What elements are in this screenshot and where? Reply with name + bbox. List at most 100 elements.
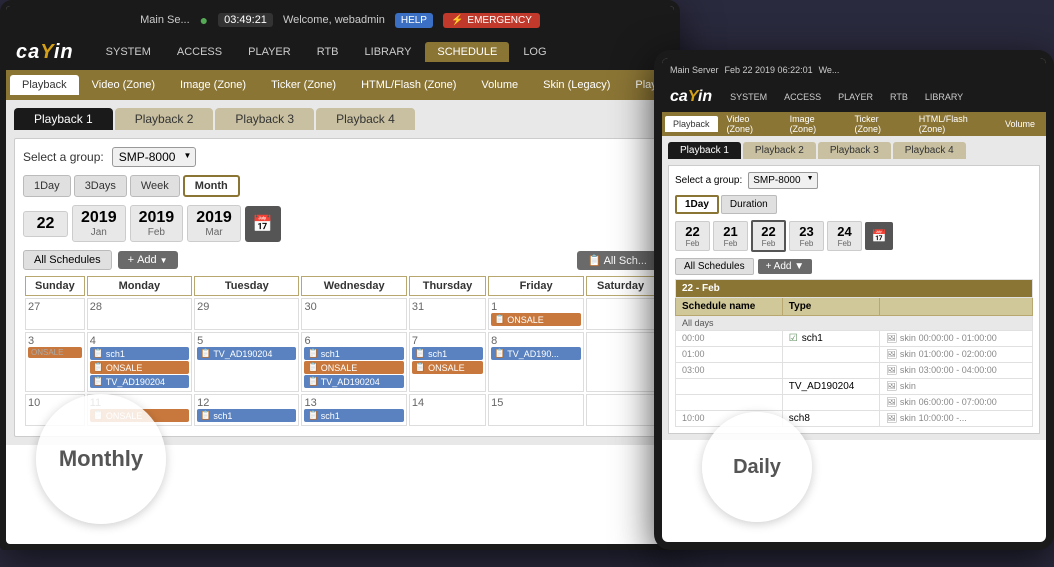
view-month-button[interactable]: Month <box>183 175 240 197</box>
sub-ticker-zone[interactable]: Ticker (Zone) <box>259 75 348 95</box>
schedule-name-cell: TV_AD190204 <box>782 379 879 395</box>
add-dropdown-icon: ▼ <box>160 256 168 265</box>
nav-system[interactable]: SYSTEM <box>94 42 163 62</box>
add-button[interactable]: + Add ▼ <box>118 251 178 269</box>
schedule-name-cell: ☑ sch1 <box>782 331 879 347</box>
tablet-nav-player[interactable]: PLAYER <box>830 89 881 105</box>
tab-playback-2[interactable]: Playback 2 <box>115 108 214 130</box>
sub-playback[interactable]: Playback <box>10 75 79 95</box>
nav-schedule[interactable]: SCHEDULE <box>425 42 509 62</box>
list-item[interactable]: 📋sch1 <box>304 409 403 422</box>
tablet-welcome-label: We... <box>819 65 840 75</box>
tablet-view-duration-button[interactable]: Duration <box>721 195 777 214</box>
view-week-button[interactable]: Week <box>130 175 180 197</box>
tablet-sub-volume[interactable]: Volume <box>997 116 1043 132</box>
monthly-circle-label: Monthly <box>36 394 166 524</box>
tablet-sub-html[interactable]: HTML/Flash (Zone) <box>911 111 996 137</box>
sub-html-zone[interactable]: HTML/Flash (Zone) <box>349 75 468 95</box>
sub-video-zone[interactable]: Video (Zone) <box>80 75 167 95</box>
laptop-top-bar-center: Main Se... ● 03:49:21 Welcome, webadmin … <box>16 12 664 28</box>
help-button[interactable]: HELP <box>395 13 433 28</box>
list-item[interactable]: 📋ONSALE <box>491 313 581 326</box>
tablet-nav-access[interactable]: ACCESS <box>776 89 829 105</box>
scene: Main Se... ● 03:49:21 Welcome, webadmin … <box>0 0 1054 567</box>
cal-cell: 8 📋TV_AD190... <box>488 332 584 392</box>
schedule-name-cell <box>782 363 879 379</box>
view-buttons: 1Day 3Days Week Month <box>23 175 657 197</box>
type-label: 🖼 skin <box>886 365 916 375</box>
list-item[interactable]: ONSALE <box>28 347 82 358</box>
tablet-tab-2[interactable]: Playback 2 <box>743 142 816 159</box>
nav-rtb[interactable]: RTB <box>305 42 351 62</box>
tablet-all-schedules-button[interactable]: All Schedules <box>675 258 754 275</box>
tablet-sub-ticker[interactable]: Ticker (Zone) <box>847 111 910 137</box>
tablet-view-1day-button[interactable]: 1Day <box>675 195 719 214</box>
all-sch-right-button[interactable]: 📋 All Sch... <box>577 251 657 270</box>
daily-circle-label: Daily <box>702 412 812 522</box>
list-item[interactable]: 📋TV_AD190204 <box>197 347 296 360</box>
schedule-name-label: sch1 <box>802 333 823 344</box>
list-item[interactable]: 📋TV_AD190... <box>491 347 581 360</box>
tab-playback-3[interactable]: Playback 3 <box>215 108 314 130</box>
cal-cell: 12 📋sch1 <box>194 394 299 426</box>
tablet-add-button[interactable]: + Add ▼ <box>758 259 813 274</box>
sub-image-zone[interactable]: Image (Zone) <box>168 75 258 95</box>
tablet-playback-tabs: Playback 1 Playback 2 Playback 3 Playbac… <box>668 142 1040 159</box>
list-item[interactable]: 📋ONSALE <box>90 361 189 374</box>
type-label: 🖼 skin <box>886 397 916 407</box>
list-item[interactable]: 📋sch1 <box>90 347 189 360</box>
cal-cell: 7 📋sch1 📋ONSALE <box>409 332 486 392</box>
tablet-content: Playback 1 Playback 2 Playback 3 Playbac… <box>662 136 1046 440</box>
table-row: 🖼 skin 06:00:00 - 07:00:00 <box>676 395 1033 411</box>
schedule-row-detail: 🖼 skin 10:00:00 -... <box>879 411 1032 427</box>
tablet-sub-playback[interactable]: Playback <box>665 116 718 132</box>
view-3days-button[interactable]: 3Days <box>74 175 127 197</box>
list-item[interactable]: 📋ONSALE <box>304 361 403 374</box>
tablet-tab-3[interactable]: Playback 3 <box>818 142 891 159</box>
col-header-time <box>879 298 1032 316</box>
sub-skin[interactable]: Skin (Legacy) <box>531 75 622 95</box>
view-1day-button[interactable]: 1Day <box>23 175 71 197</box>
nav-library[interactable]: LIBRARY <box>353 42 424 62</box>
emergency-button[interactable]: ⚡ EMERGENCY <box>443 13 540 28</box>
sub-volume[interactable]: Volume <box>469 75 530 95</box>
list-item[interactable]: 📋sch1 <box>412 347 483 360</box>
cal-header-wednesday: Wednesday <box>301 276 406 296</box>
all-schedules-button[interactable]: All Schedules <box>23 250 112 270</box>
tablet: Main Server Feb 22 2019 06:22:01 We... c… <box>654 50 1054 550</box>
tablet-nav-system[interactable]: SYSTEM <box>722 89 775 105</box>
nav-player[interactable]: PLAYER <box>236 42 303 62</box>
date-nav: 22 2019 Jan 2019 Feb 2019 Mar <box>23 205 657 242</box>
nav-access[interactable]: ACCESS <box>165 42 234 62</box>
time-range-label: 00:00:00 - 01:00:00 <box>919 333 997 343</box>
date-box-feb: 2019 Feb <box>130 205 184 242</box>
emergency-icon: ⚡ <box>451 15 463 26</box>
list-item[interactable]: 📋ONSALE <box>412 361 483 374</box>
group-dropdown[interactable]: SMP-8000 ▼ <box>112 147 197 167</box>
tablet-sub-image[interactable]: Image (Zone) <box>782 111 846 137</box>
tablet-tab-1[interactable]: Playback 1 <box>668 142 741 159</box>
cal-header-thursday: Thursday <box>409 276 486 296</box>
checkbox-icon[interactable]: ☑ <box>789 333 798 344</box>
tablet-date-picker-icon[interactable]: 📅 <box>865 222 893 250</box>
col-header-schedule-name: Schedule name <box>676 298 783 316</box>
list-item[interactable]: 📋TV_AD190204 <box>90 375 189 388</box>
cal-cell: 31 <box>409 298 486 330</box>
tablet-group-dropdown[interactable]: SMP-8000 ▼ <box>748 172 817 189</box>
tablet-sub-video[interactable]: Video (Zone) <box>719 111 781 137</box>
date-picker-icon[interactable]: 📅 <box>245 206 281 242</box>
tablet-nav-library[interactable]: LIBRARY <box>917 89 971 105</box>
tablet-nav-rtb[interactable]: RTB <box>882 89 916 105</box>
tab-playback-4[interactable]: Playback 4 <box>316 108 415 130</box>
tab-playback-1[interactable]: Playback 1 <box>14 108 113 130</box>
time-cell: 00:00 <box>676 331 783 347</box>
list-item[interactable]: 📋TV_AD190204 <box>304 375 403 388</box>
tablet-tab-4[interactable]: Playback 4 <box>893 142 966 159</box>
time-cell <box>676 379 783 395</box>
time-range-label: 03:00:00 - 04:00:00 <box>919 365 997 375</box>
tablet-date-box-22-current[interactable]: 22 Feb <box>751 220 786 252</box>
tablet-top-bar: Main Server Feb 22 2019 06:22:01 We... <box>662 58 1046 82</box>
list-item[interactable]: 📋sch1 <box>197 409 296 422</box>
list-item[interactable]: 📋sch1 <box>304 347 403 360</box>
nav-log[interactable]: LOG <box>511 42 558 62</box>
